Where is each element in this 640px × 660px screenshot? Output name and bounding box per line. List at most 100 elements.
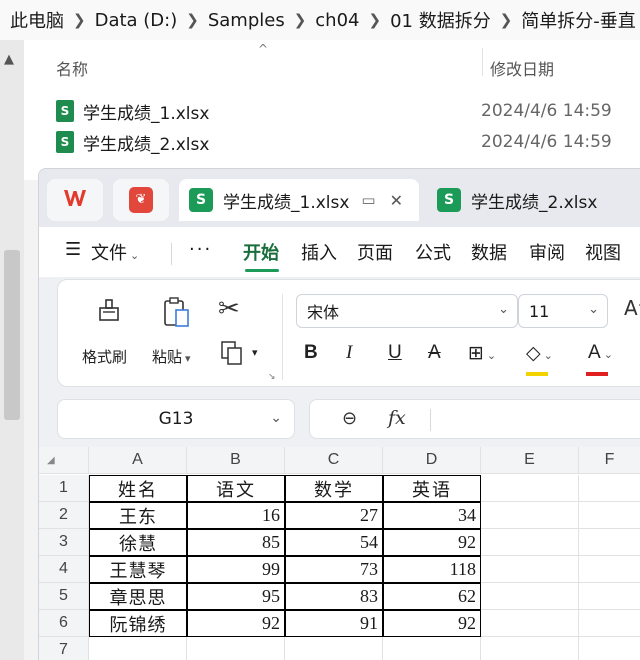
chevron-up-icon[interactable]: ▲ bbox=[4, 52, 14, 67]
table-cell[interactable]: 99 bbox=[187, 556, 285, 583]
tab-document-1[interactable]: S 学生成绩_1.xlsx ▭ ✕ bbox=[179, 179, 419, 221]
function-icon[interactable]: fx bbox=[388, 407, 406, 429]
bold-button[interactable]: B bbox=[304, 342, 318, 364]
table-cell[interactable]: 62 bbox=[383, 583, 481, 610]
format-painter-icon[interactable] bbox=[94, 296, 124, 332]
column-header-e[interactable]: E bbox=[481, 447, 579, 474]
table-cell[interactable]: 语文 bbox=[187, 475, 285, 502]
menu-data[interactable]: 数据 bbox=[471, 239, 507, 265]
fill-color-button[interactable]: ◇ ⌄ bbox=[526, 342, 553, 364]
menu-home[interactable]: 开始 bbox=[243, 239, 279, 265]
increase-font-icon[interactable]: A⁺ bbox=[624, 296, 640, 320]
select-all-corner[interactable]: ◢ bbox=[39, 447, 89, 474]
table-cell[interactable]: 英语 bbox=[383, 475, 481, 502]
more-menu-icon[interactable]: ··· bbox=[189, 239, 212, 260]
table-cell[interactable]: 阮锦绣 bbox=[89, 610, 187, 637]
paste-button[interactable]: 粘贴 ▾ bbox=[152, 346, 191, 367]
breadcrumb-samples[interactable]: Samples bbox=[208, 10, 285, 31]
copy-icon[interactable] bbox=[220, 340, 246, 372]
font-size-select[interactable]: 11 ⌄ bbox=[518, 294, 608, 328]
table-cell[interactable]: 92 bbox=[383, 529, 481, 556]
column-header-f[interactable]: F bbox=[579, 447, 640, 474]
paste-icon[interactable] bbox=[162, 296, 192, 334]
table-cell[interactable] bbox=[481, 637, 579, 660]
table-cell[interactable]: 91 bbox=[285, 610, 383, 637]
menu-review[interactable]: 审阅 bbox=[529, 239, 565, 265]
pdf-app-tab[interactable]: ❦ bbox=[113, 179, 169, 221]
row-header-2[interactable]: 2 bbox=[39, 502, 89, 529]
scrollbar-track[interactable]: ▲ bbox=[0, 40, 24, 660]
file-row[interactable]: S 学生成绩_2.xlsx 2024/4/6 14:59 bbox=[56, 128, 640, 156]
underline-button[interactable]: U bbox=[388, 342, 402, 364]
table-cell[interactable] bbox=[579, 556, 640, 583]
column-header-modified[interactable]: 修改日期 bbox=[490, 56, 554, 80]
table-cell[interactable] bbox=[579, 502, 640, 529]
table-cell[interactable]: 34 bbox=[383, 502, 481, 529]
menu-formulas[interactable]: 公式 bbox=[415, 239, 451, 265]
table-cell[interactable]: 16 bbox=[187, 502, 285, 529]
table-cell[interactable]: 54 bbox=[285, 529, 383, 556]
close-icon[interactable]: ✕ bbox=[390, 191, 403, 210]
table-cell[interactable] bbox=[285, 637, 383, 660]
format-painter-label[interactable]: 格式刷 bbox=[82, 346, 127, 367]
column-header-b[interactable]: B bbox=[187, 447, 285, 474]
table-cell[interactable] bbox=[579, 475, 640, 502]
breadcrumb-simple-split[interactable]: 简单拆分-垂直 bbox=[521, 7, 636, 33]
menu-view[interactable]: 视图 bbox=[585, 239, 621, 265]
table-cell[interactable]: 95 bbox=[187, 583, 285, 610]
menu-page[interactable]: 页面 bbox=[357, 239, 393, 265]
breadcrumb-data-split[interactable]: 01 数据拆分 bbox=[390, 7, 491, 33]
table-cell[interactable] bbox=[481, 583, 579, 610]
row-header-6[interactable]: 6 bbox=[39, 610, 89, 637]
row-header-1[interactable]: 1 bbox=[39, 475, 89, 502]
table-cell[interactable]: 姓名 bbox=[89, 475, 187, 502]
hamburger-menu-icon[interactable]: ☰ bbox=[65, 239, 81, 260]
column-header-name[interactable]: 名称 bbox=[56, 56, 88, 80]
expand-clipboard-icon[interactable]: ↘ bbox=[268, 372, 276, 382]
column-header-c[interactable]: C bbox=[285, 447, 383, 474]
table-cell[interactable] bbox=[481, 475, 579, 502]
table-cell[interactable]: 章思思 bbox=[89, 583, 187, 610]
table-cell[interactable] bbox=[481, 502, 579, 529]
breadcrumb-this-pc[interactable]: 此电脑 bbox=[10, 7, 64, 33]
italic-button[interactable]: I bbox=[346, 342, 352, 364]
formula-input[interactable]: ⊖ fx bbox=[309, 399, 640, 439]
table-cell[interactable]: 92 bbox=[187, 610, 285, 637]
chevron-down-icon[interactable]: ▾ bbox=[252, 346, 258, 359]
menu-insert[interactable]: 插入 bbox=[301, 239, 337, 265]
table-cell[interactable]: 王东 bbox=[89, 502, 187, 529]
table-cell[interactable] bbox=[579, 529, 640, 556]
table-cell[interactable]: 92 bbox=[383, 610, 481, 637]
table-cell[interactable] bbox=[579, 583, 640, 610]
table-cell[interactable]: 王慧琴 bbox=[89, 556, 187, 583]
table-cell[interactable]: 73 bbox=[285, 556, 383, 583]
tab-document-2[interactable]: S 学生成绩_2.xlsx bbox=[427, 179, 640, 221]
row-header-7[interactable]: 7 bbox=[39, 637, 89, 660]
breadcrumb-data-drive[interactable]: Data (D:) bbox=[95, 10, 178, 31]
table-cell[interactable] bbox=[481, 610, 579, 637]
table-cell[interactable]: 徐慧 bbox=[89, 529, 187, 556]
menu-file[interactable]: 文件 ⌄ bbox=[91, 239, 139, 265]
table-cell[interactable]: 85 bbox=[187, 529, 285, 556]
wps-home-tab[interactable] bbox=[47, 179, 103, 221]
font-color-button[interactable]: A ⌄ bbox=[588, 342, 613, 364]
table-cell[interactable]: 83 bbox=[285, 583, 383, 610]
table-cell[interactable] bbox=[383, 637, 481, 660]
column-divider[interactable] bbox=[482, 48, 483, 76]
column-header-a[interactable]: A bbox=[89, 447, 187, 474]
table-cell[interactable]: 数学 bbox=[285, 475, 383, 502]
spreadsheet-grid[interactable]: ◢ A B C D E F 1 姓名 语文 数学 英语 2 王东 16 27 34 3 徐慧 85 54 92 4 王慧琴 9… bbox=[39, 447, 640, 660]
border-button[interactable]: ⊞ ⌄ bbox=[468, 342, 496, 364]
window-mode-icon[interactable]: ▭ bbox=[361, 191, 375, 209]
font-name-select[interactable]: 宋体 ⌄ bbox=[296, 294, 518, 328]
table-cell[interactable] bbox=[481, 529, 579, 556]
table-cell[interactable]: 118 bbox=[383, 556, 481, 583]
table-cell[interactable] bbox=[187, 637, 285, 660]
scrollbar-thumb[interactable] bbox=[4, 250, 20, 420]
name-box[interactable]: G13 ⌄ bbox=[57, 399, 295, 439]
row-header-4[interactable]: 4 bbox=[39, 556, 89, 583]
column-header-d[interactable]: D bbox=[383, 447, 481, 474]
row-header-3[interactable]: 3 bbox=[39, 529, 89, 556]
row-header-5[interactable]: 5 bbox=[39, 583, 89, 610]
table-cell[interactable] bbox=[579, 637, 640, 660]
